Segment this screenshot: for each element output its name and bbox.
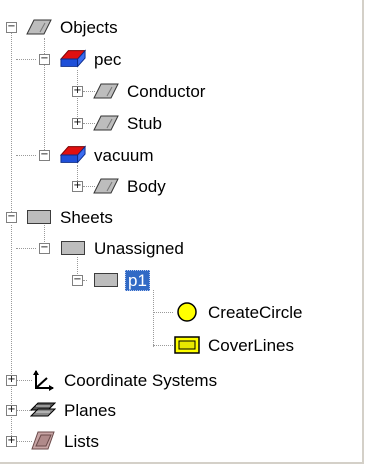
tree-node-unassigned[interactable]: Unassigned	[60, 233, 186, 263]
lists-icon	[30, 431, 56, 450]
expander-body[interactable]: +	[72, 181, 83, 192]
tree-node-lists[interactable]: Lists	[30, 426, 101, 456]
model-tree: − − + + − + − − − + + + Objects pec Cond…	[0, 0, 362, 462]
tree-label: CreateCircle	[208, 302, 303, 322]
tree-line	[16, 248, 36, 249]
solid-object-icon	[93, 177, 119, 195]
tree-label: Unassigned	[94, 238, 184, 258]
tree-label: Coordinate Systems	[64, 370, 218, 390]
expander-vacuum[interactable]: −	[39, 150, 50, 161]
tree-node-conductor[interactable]: Conductor	[93, 76, 207, 106]
tree-label: Body	[127, 176, 166, 196]
sheet-icon	[26, 208, 52, 226]
tree-label: Stub	[127, 113, 162, 133]
expander-unassigned[interactable]: −	[39, 243, 50, 254]
tree-line	[16, 155, 36, 156]
coordinate-axes-icon	[30, 370, 56, 391]
tree-node-pec[interactable]: pec	[60, 44, 123, 74]
tree-node-cover-lines[interactable]: CoverLines	[174, 330, 296, 360]
tree-label: vacuum	[94, 145, 154, 165]
solid-object-icon	[93, 82, 119, 100]
expander-planes[interactable]: +	[6, 405, 17, 416]
expander-pec[interactable]: −	[39, 54, 50, 65]
tree-node-sheets[interactable]: Sheets	[26, 202, 115, 232]
cover-lines-icon	[174, 336, 200, 354]
tree-line	[16, 59, 36, 60]
expander-objects[interactable]: −	[6, 22, 17, 33]
sheet-icon	[93, 271, 119, 289]
expander-stub[interactable]: +	[72, 118, 83, 129]
tree-line	[11, 32, 12, 220]
material-icon	[60, 49, 86, 68]
tree-label: Planes	[64, 400, 116, 420]
tree-node-planes[interactable]: Planes	[30, 395, 118, 425]
expander-sheets[interactable]: −	[6, 212, 17, 223]
expander-lists[interactable]: +	[6, 436, 17, 447]
tree-line	[153, 290, 154, 347]
tree-node-create-circle[interactable]: CreateCircle	[174, 297, 304, 327]
tree-node-p1[interactable]: p1	[93, 265, 150, 295]
tree-label-selected: p1	[125, 269, 150, 291]
tree-node-body[interactable]: Body	[93, 171, 168, 201]
tree-node-vacuum[interactable]: vacuum	[60, 140, 156, 170]
tree-label: pec	[94, 49, 122, 69]
material-icon	[60, 145, 86, 164]
tree-label: CoverLines	[208, 335, 294, 355]
solid-object-icon	[93, 114, 119, 132]
tree-node-stub[interactable]: Stub	[93, 108, 164, 138]
expander-coordinate-systems[interactable]: +	[6, 375, 17, 386]
planes-icon	[30, 401, 56, 419]
sheet-icon	[60, 239, 86, 257]
model-tree-panel: − − + + − + − − − + + + Objects pec Cond…	[0, 0, 364, 464]
tree-label: Lists	[64, 431, 99, 451]
expander-conductor[interactable]: +	[72, 86, 83, 97]
tree-label: Objects	[60, 17, 118, 37]
tree-label: Sheets	[60, 207, 113, 227]
tree-label: Conductor	[127, 81, 206, 101]
tree-line	[83, 280, 87, 281]
circle-icon	[174, 302, 200, 322]
expander-p1[interactable]: −	[72, 275, 83, 286]
tree-line	[153, 345, 173, 346]
solid-object-icon	[26, 18, 52, 36]
tree-node-coordinate-systems[interactable]: Coordinate Systems	[30, 365, 219, 395]
tree-line	[153, 312, 173, 313]
tree-node-objects[interactable]: Objects	[26, 12, 120, 42]
